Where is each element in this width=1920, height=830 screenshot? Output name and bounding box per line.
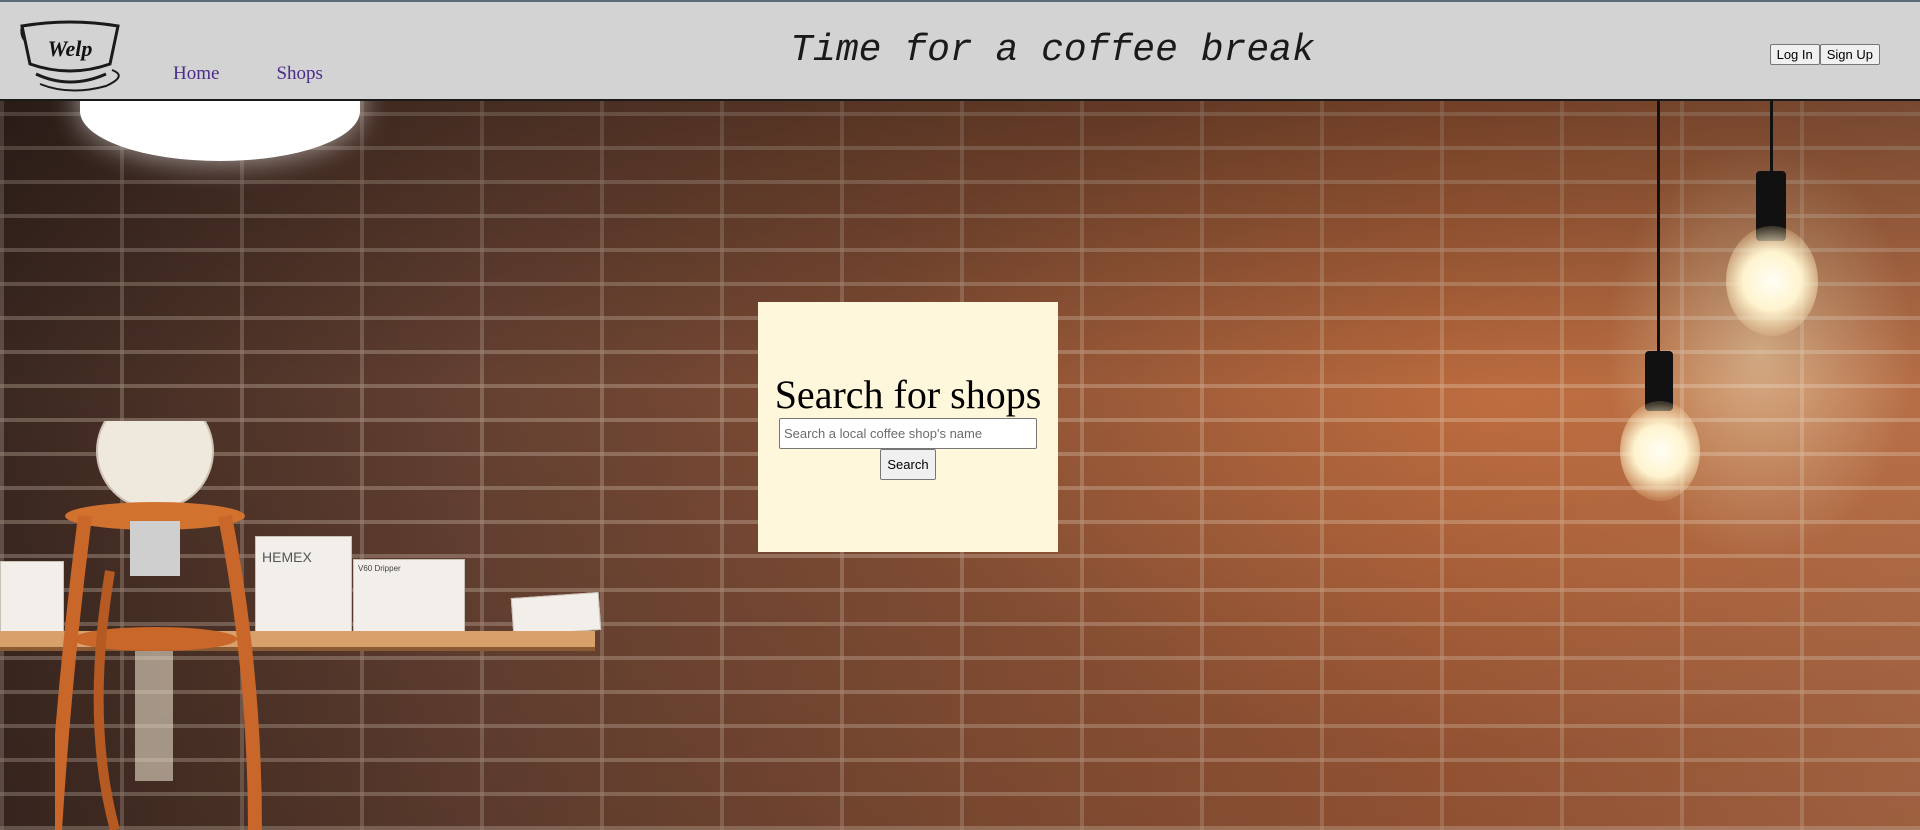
product-box: V60 Dripper xyxy=(353,559,465,633)
shop-search-input[interactable] xyxy=(779,418,1037,449)
login-button[interactable]: Log In xyxy=(1769,44,1820,65)
nav-home-link[interactable]: Home xyxy=(173,63,219,85)
light-bulb xyxy=(1620,401,1700,501)
product-box xyxy=(510,591,602,637)
search-button[interactable]: Search xyxy=(880,449,936,480)
main-nav: Home Shops xyxy=(173,63,380,85)
search-panel: Search for shops Search xyxy=(758,302,1058,552)
auth-buttons: Log In Sign Up xyxy=(1769,44,1880,65)
light-bulb xyxy=(1726,226,1818,336)
logo-text: Welp xyxy=(48,36,93,61)
search-title: Search for shops xyxy=(774,372,1042,417)
product-box: HEMEX xyxy=(255,536,352,633)
box-label: V60 Dripper xyxy=(358,564,401,573)
lamp-cord xyxy=(1657,101,1660,351)
signup-button[interactable]: Sign Up xyxy=(1819,44,1880,65)
lamp-cord xyxy=(1770,101,1773,181)
box-label: HEMEX xyxy=(262,549,312,565)
coffee-cup-logo[interactable]: Welp xyxy=(18,20,122,92)
coffee-drip-tower xyxy=(55,421,262,830)
nav-shops-link[interactable]: Shops xyxy=(276,63,322,85)
site-header: Welp Home Shops Time for a coffee break … xyxy=(0,0,1920,101)
